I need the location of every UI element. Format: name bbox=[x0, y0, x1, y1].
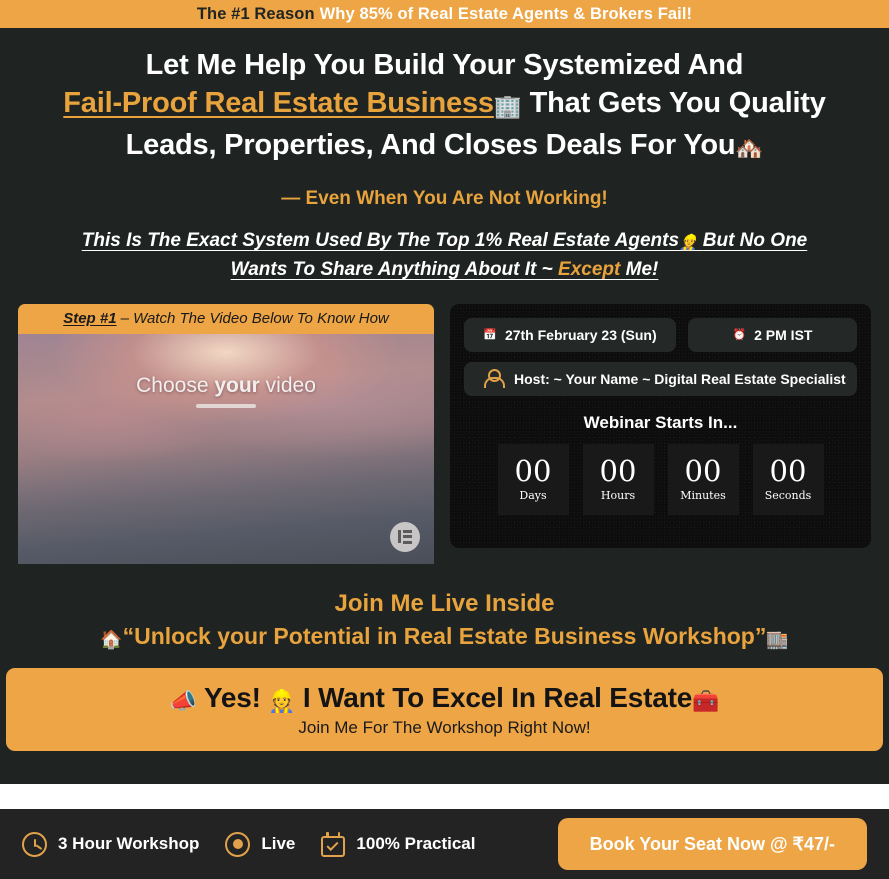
step-banner: Step #1 – Watch The Video Below To Know … bbox=[18, 303, 434, 334]
headline-line-1: Let Me Help You Build Your Systemized An… bbox=[145, 49, 744, 81]
countdown-timer: 00 Days 00 Hours 00 Minutes 00 Seconds bbox=[464, 443, 857, 515]
join-live-title: Join Me Live Inside bbox=[334, 589, 555, 617]
workshop-name: “Unlock your Potential in Real Estate Bu… bbox=[122, 622, 767, 649]
person-icon bbox=[484, 369, 505, 389]
cta-yes: Yes! bbox=[203, 681, 261, 713]
countdown-minutes-value: 00 bbox=[684, 453, 722, 488]
webinar-info-column: 📅 27th February 23 (Sun) ⏰ 2 PM IST Host… bbox=[450, 304, 871, 548]
video-column: Step #1 – Watch The Video Below To Know … bbox=[18, 303, 434, 564]
countdown-seconds-label: Seconds bbox=[764, 488, 812, 502]
subheadline-italic-part1: This Is The Exact System Used By The Top… bbox=[81, 229, 680, 251]
calendar-check-icon bbox=[321, 831, 346, 857]
webinar-time-pill: ⏰ 2 PM IST bbox=[688, 317, 857, 352]
cta-sub-label: Join Me For The Workshop Right Now! bbox=[298, 717, 591, 737]
clock-icon bbox=[22, 831, 47, 857]
headline-line-2-rest: That Gets You Quality bbox=[529, 87, 826, 119]
page-title: Let Me Help You Build Your Systemized An… bbox=[0, 46, 889, 168]
cta-main-label: 📣 Yes! 👷 I Want To Excel In Real Estate🧰 bbox=[170, 682, 719, 715]
video-caption: Choose your video bbox=[18, 374, 434, 398]
book-seat-button[interactable]: Book Your Seat Now @ ₹47/- bbox=[557, 818, 867, 870]
elementor-logo-icon[interactable] bbox=[390, 521, 420, 552]
footer-feature-practical-label: 100% Practical bbox=[356, 834, 476, 853]
footer-feature-duration: 3 Hour Workshop bbox=[22, 831, 200, 857]
landing-page: The #1 Reason Why 85% of Real Estate Age… bbox=[0, 0, 889, 879]
countdown-hours-label: Hours bbox=[600, 488, 636, 502]
house-icon: 🏠 bbox=[100, 629, 123, 651]
announcement-rest: Why 85% of Real Estate Agents & Brokers … bbox=[319, 4, 693, 23]
join-live-quote: 🏠“Unlock your Potential in Real Estate B… bbox=[0, 623, 889, 650]
countdown-hours-value: 00 bbox=[599, 453, 637, 488]
countdown-days-value: 00 bbox=[514, 453, 552, 488]
webinar-meta-row: 📅 27th February 23 (Sun) ⏰ 2 PM IST bbox=[464, 317, 857, 352]
houses-icon: 🏘️ bbox=[735, 135, 764, 162]
office-building-icon: 🏢 bbox=[493, 93, 522, 120]
elementor-bar-vertical bbox=[397, 530, 401, 544]
primary-cta-button[interactable]: 📣 Yes! 👷 I Want To Excel In Real Estate🧰… bbox=[6, 668, 883, 752]
construction-worker-icon: 👷 bbox=[679, 233, 698, 251]
department-store-icon: 🏬 bbox=[766, 629, 789, 651]
calendar-icon: 📅 bbox=[483, 328, 497, 342]
headline-line-3: Leads, Properties, And Closes Deals For … bbox=[125, 128, 736, 161]
footer-feature-live: Live bbox=[225, 831, 296, 857]
join-live-block: Join Me Live Inside 🏠“Unlock your Potent… bbox=[0, 590, 889, 650]
video-player[interactable]: Choose your video bbox=[18, 333, 434, 564]
construction-worker-icon: 👷 bbox=[268, 689, 296, 715]
webinar-date-pill: 📅 27th February 23 (Sun) bbox=[464, 317, 676, 352]
countdown-cell-hours: 00 Hours bbox=[582, 443, 654, 515]
megaphone-icon: 📣 bbox=[169, 689, 197, 715]
elementor-bars-horizontal bbox=[403, 529, 413, 544]
video-caption-underline bbox=[196, 403, 256, 408]
countdown-cell-seconds: 00 Seconds bbox=[752, 443, 824, 515]
footer-feature-live-label: Live bbox=[261, 834, 296, 853]
step-banner-label: Step #1 bbox=[63, 310, 117, 328]
footer-feature-duration-label: 3 Hour Workshop bbox=[58, 834, 200, 853]
countdown-days-label: Days bbox=[519, 488, 547, 502]
video-caption-post: video bbox=[259, 373, 316, 397]
webinar-info-panel: 📅 27th February 23 (Sun) ⏰ 2 PM IST Host… bbox=[450, 304, 871, 548]
webinar-time: 2 PM IST bbox=[754, 326, 813, 343]
headline-accent: Fail-Proof Real Estate Business bbox=[63, 87, 494, 119]
subheadline-except: Except bbox=[558, 258, 621, 280]
subheadline-italic: This Is The Exact System Used By The Top… bbox=[0, 227, 889, 283]
section-divider bbox=[0, 784, 889, 809]
countdown-minutes-label: Minutes bbox=[680, 488, 726, 502]
step-banner-text: – Watch The Video Below To Know How bbox=[120, 310, 389, 328]
sticky-footer-bar: 3 Hour Workshop Live 100% Practical Book… bbox=[0, 809, 889, 879]
video-caption-pre: Choose bbox=[136, 373, 215, 397]
countdown-cell-minutes: 00 Minutes bbox=[667, 443, 739, 515]
subheadline-orange: — Even When You Are Not Working! bbox=[281, 187, 608, 209]
webinar-date: 27th February 23 (Sun) bbox=[504, 326, 657, 343]
footer-feature-practical: 100% Practical bbox=[321, 831, 476, 857]
live-dot-icon bbox=[225, 831, 251, 857]
alarm-clock-icon: ⏰ bbox=[732, 328, 747, 342]
video-caption-bold: your bbox=[214, 373, 260, 397]
countdown-cell-days: 00 Days bbox=[497, 443, 569, 515]
subheadline-italic-end: Me! bbox=[625, 258, 659, 280]
announcement-lead: The #1 Reason bbox=[196, 4, 315, 23]
main-columns: Step #1 – Watch The Video Below To Know … bbox=[0, 303, 889, 564]
countdown-title: Webinar Starts In... bbox=[583, 412, 738, 432]
countdown-seconds-value: 00 bbox=[769, 453, 807, 488]
announcement-bar: The #1 Reason Why 85% of Real Estate Age… bbox=[0, 0, 889, 28]
toolbox-icon: 🧰 bbox=[692, 689, 720, 715]
cta-main-text: I Want To Excel In Real Estate bbox=[302, 681, 693, 713]
webinar-host-pill: Host: ~ Your Name ~ Digital Real Estate … bbox=[464, 361, 857, 396]
webinar-host: Host: ~ Your Name ~ Digital Real Estate … bbox=[514, 370, 846, 387]
